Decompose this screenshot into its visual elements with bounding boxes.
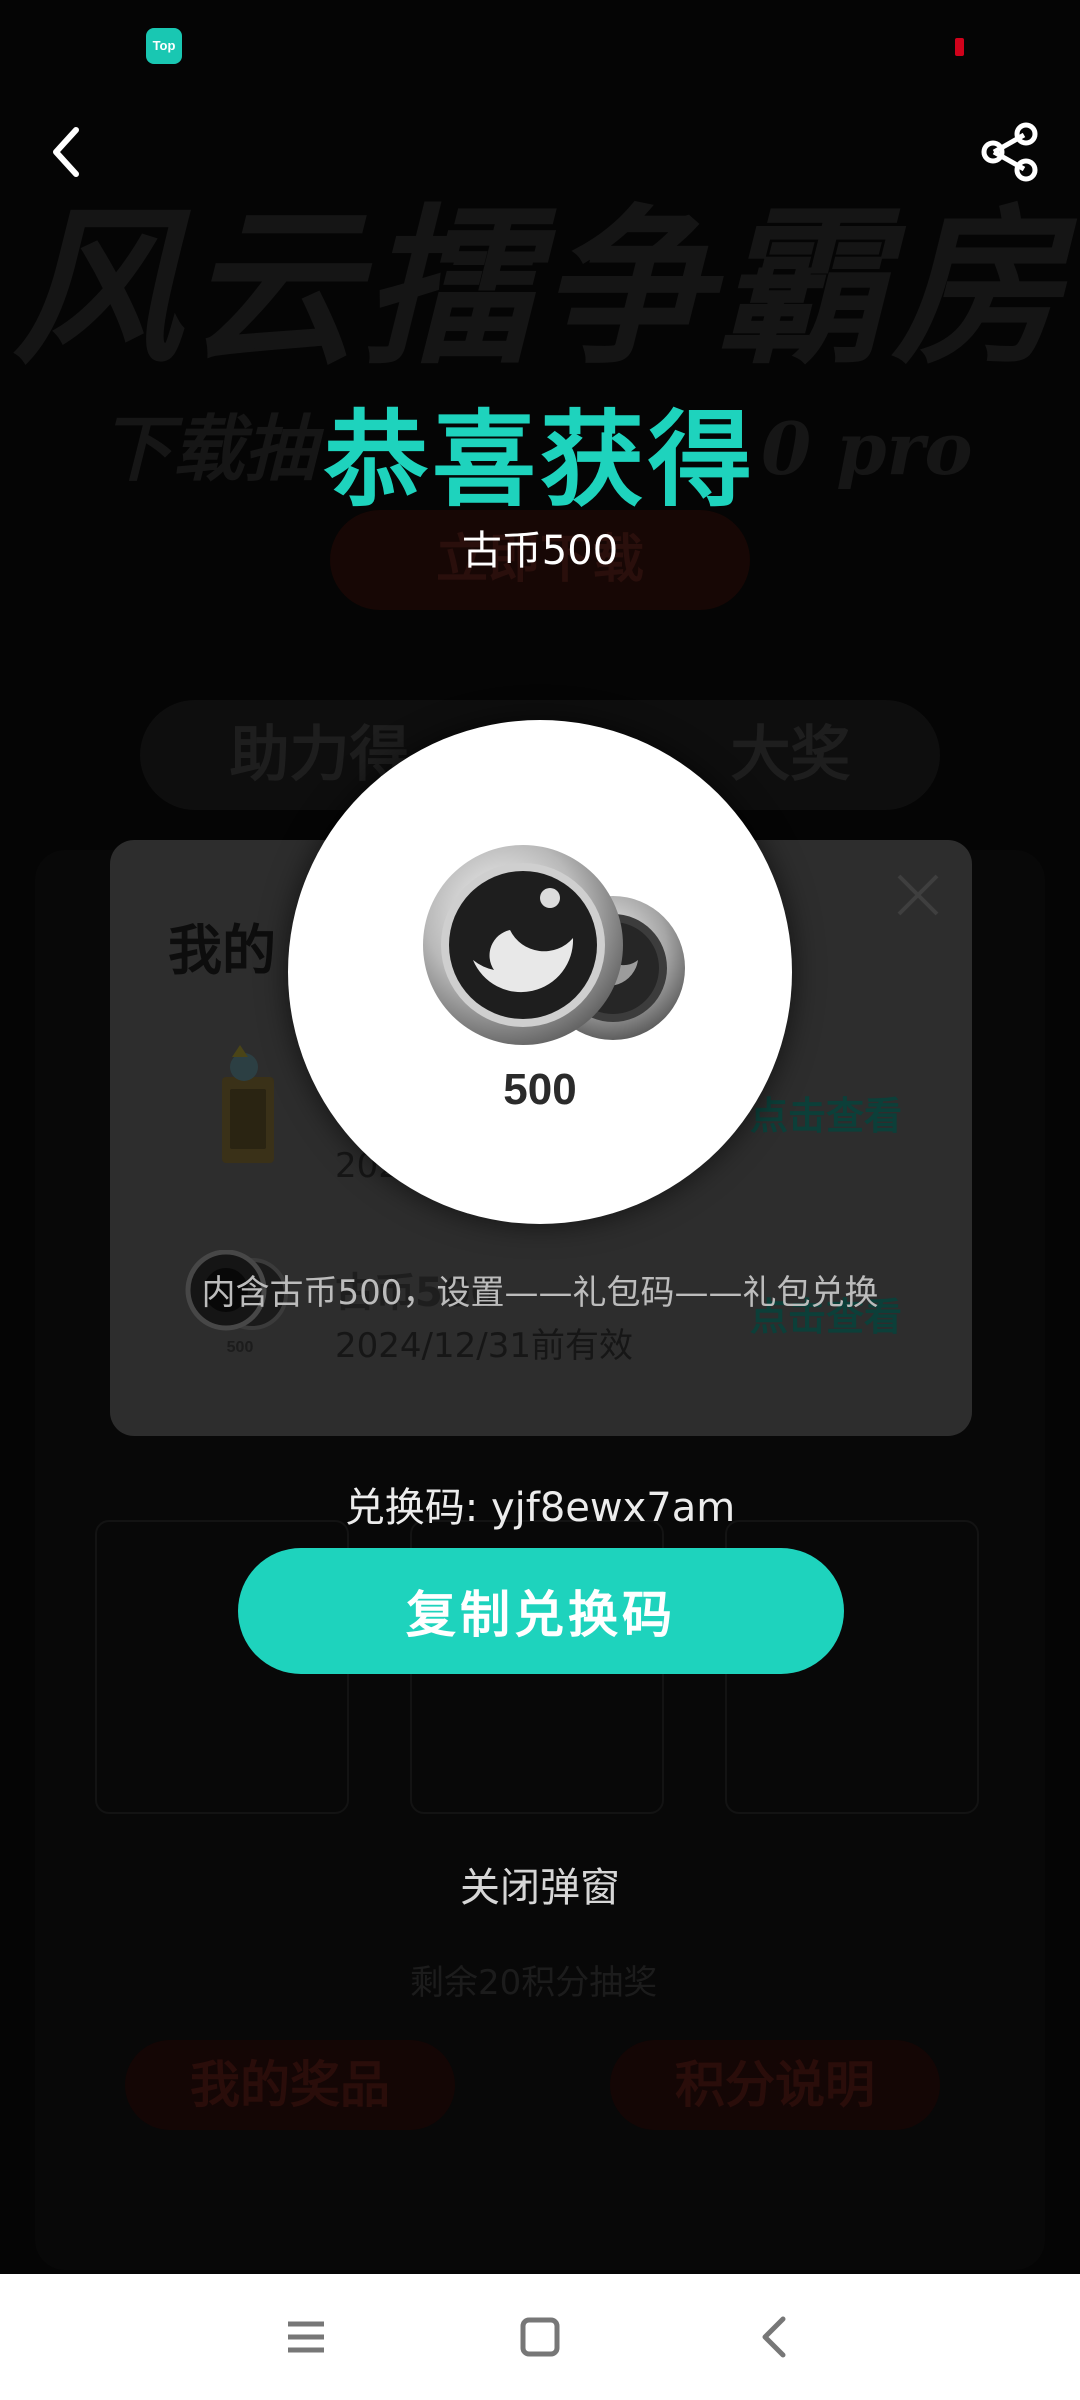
recording-indicator-icon [955,38,964,56]
close-popup-button[interactable]: 关闭弹窗 [460,1865,620,1911]
redeem-code-text: 兑换码: yjf8ewx7am [344,1485,736,1531]
close-popup-row: 关闭弹窗 [0,1855,1080,1913]
system-navigation-bar [0,2274,1080,2400]
coin-amount-label: 500 [503,1065,577,1114]
back-button[interactable] [40,120,96,184]
system-back-button[interactable] [745,2307,805,2367]
reward-item-thumbnail [210,1045,290,1165]
background-banner-text: 风云擂争霸房 [11,188,1068,388]
screen: 风云擂争霸房 下载抽 0 pro 立即下载 助力得 大奖 剩余20积分抽奖 我的… [0,0,1080,2400]
ancient-coin-icon [423,845,685,1045]
svg-text:500: 500 [227,1339,254,1356]
back-arrow-icon [53,127,79,177]
copy-code-button[interactable]: 复制兑换码 [238,1548,844,1674]
close-icon [897,874,939,916]
home-icon [520,2317,560,2357]
menu-icon [288,2321,324,2353]
gift-box-icon [222,1045,274,1163]
background-count-text: 剩余20积分抽奖 [410,1963,658,2003]
taptap-app-icon: Top [146,28,182,64]
system-home-button[interactable] [510,2307,570,2367]
congrats-title: 恭喜获得 [323,399,756,521]
rewards-card-close-button[interactable] [893,870,943,920]
back-triangle-icon [762,2316,786,2358]
system-menu-button[interactable] [276,2307,336,2367]
share-button[interactable] [978,120,1042,184]
reward-name: 古币500 [461,528,619,574]
background-points-button: 积分说明 [610,2040,940,2130]
reward-image-circle: 500 [288,720,792,1224]
my-rewards-title: 我的 [168,919,276,982]
background-my-prizes-button: 我的奖品 [125,2040,455,2130]
share-icon [981,122,1038,182]
gift-description: 内含古币500，设置——礼包码——礼包兑换 [201,1273,879,1313]
reward-row-date: 2024/12/31前有效 [335,1326,633,1366]
